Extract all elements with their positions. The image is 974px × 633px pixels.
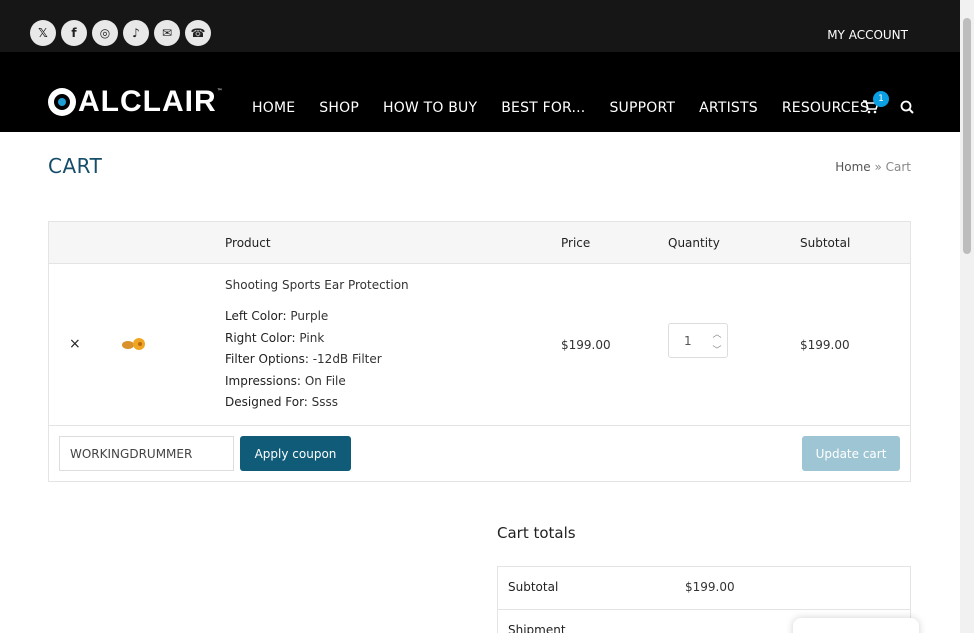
social-links: 𝕏 f ◎ ♪ ✉ ☎ bbox=[30, 20, 211, 46]
header-subtotal: Subtotal bbox=[800, 236, 851, 250]
option-filter: Filter Options: -12dB Filter bbox=[225, 352, 382, 366]
option-designed-for: Designed For: Ssss bbox=[225, 395, 339, 409]
totals-shipment-label: Shipment bbox=[508, 623, 566, 633]
option-right-color: Right Color: Pink bbox=[225, 330, 325, 345]
item-price: $199.00 bbox=[561, 338, 611, 352]
chat-widget[interactable] bbox=[793, 618, 919, 633]
search-icon[interactable] bbox=[900, 100, 914, 114]
quantity-stepper[interactable]: 1 ︿ ﹀ bbox=[668, 323, 728, 358]
update-cart-button[interactable]: Update cart bbox=[802, 436, 900, 471]
alclair-logo[interactable]: ALCLAIR ™ bbox=[48, 85, 223, 118]
breadcrumb-current: Cart bbox=[885, 160, 911, 174]
logo-text: ALCLAIR bbox=[78, 85, 217, 118]
nav-item-best-for[interactable]: BEST FOR... bbox=[501, 100, 585, 116]
totals-subtotal-value: $199.00 bbox=[685, 580, 735, 594]
table-row: × Shooting Sports Ear Protection Left Co… bbox=[49, 264, 910, 426]
trademark: ™ bbox=[216, 88, 223, 95]
breadcrumb: Home » Cart bbox=[835, 160, 911, 174]
totals-subtotal-label: Subtotal bbox=[508, 580, 559, 594]
cart-totals-title: Cart totals bbox=[497, 524, 576, 542]
nav-menu: HOME SHOP HOW TO BUY BEST FOR... SUPPORT… bbox=[252, 100, 893, 116]
x-icon[interactable]: 𝕏 bbox=[30, 20, 56, 46]
remove-item-button[interactable]: × bbox=[69, 336, 81, 352]
cart-actions: Apply coupon Update cart bbox=[49, 426, 910, 482]
apply-coupon-button[interactable]: Apply coupon bbox=[240, 436, 351, 471]
nav-item-resources[interactable]: RESOURCES bbox=[782, 100, 869, 116]
item-subtotal: $199.00 bbox=[800, 338, 850, 352]
coupon-input[interactable] bbox=[59, 436, 234, 471]
main-navigation: ALCLAIR ™ HOME SHOP HOW TO BUY BEST FOR.… bbox=[0, 52, 960, 132]
tiktok-icon[interactable]: ♪ bbox=[123, 20, 149, 46]
chevron-down-icon[interactable]: ﹀ bbox=[710, 342, 724, 356]
cart-count-badge: 1 bbox=[873, 91, 889, 107]
nav-item-how-to-buy[interactable]: HOW TO BUY bbox=[383, 100, 477, 116]
option-impressions: Impressions: On File bbox=[225, 373, 346, 388]
chevron-up-icon[interactable]: ︿ bbox=[710, 326, 724, 340]
header-quantity: Quantity bbox=[668, 236, 720, 250]
my-account-link[interactable]: MY ACCOUNT bbox=[827, 28, 908, 42]
totals-row-subtotal: Subtotal $199.00 bbox=[498, 567, 910, 610]
email-icon[interactable]: ✉ bbox=[154, 20, 180, 46]
table-header: Product Price Quantity Subtotal bbox=[49, 222, 910, 264]
header-product: Product bbox=[225, 236, 271, 250]
cart-table: Product Price Quantity Subtotal × Shooti… bbox=[48, 221, 911, 482]
product-options: Left Color: Purple Right Color: Pink Fil… bbox=[225, 306, 382, 414]
facebook-icon[interactable]: f bbox=[61, 20, 87, 46]
scrollbar-thumb[interactable] bbox=[963, 18, 971, 254]
product-thumbnail[interactable] bbox=[119, 336, 149, 352]
top-bar: 𝕏 f ◎ ♪ ✉ ☎ MY ACCOUNT bbox=[0, 0, 960, 52]
nav-item-shop[interactable]: SHOP bbox=[319, 100, 359, 116]
breadcrumb-separator: » bbox=[870, 160, 886, 174]
nav-item-artists[interactable]: ARTISTS bbox=[699, 100, 758, 116]
logo-mark-icon bbox=[48, 88, 76, 116]
instagram-icon[interactable]: ◎ bbox=[92, 20, 118, 46]
page-title: CART bbox=[48, 154, 103, 178]
product-name-link[interactable]: Shooting Sports Ear Protection bbox=[225, 278, 409, 292]
nav-item-home[interactable]: HOME bbox=[252, 100, 295, 116]
header-price: Price bbox=[561, 236, 591, 250]
quantity-value[interactable]: 1 bbox=[684, 334, 692, 348]
option-left-color: Left Color: Purple bbox=[225, 309, 329, 323]
phone-icon[interactable]: ☎ bbox=[185, 20, 211, 46]
nav-item-support[interactable]: SUPPORT bbox=[609, 100, 675, 116]
breadcrumb-home[interactable]: Home bbox=[835, 160, 870, 174]
